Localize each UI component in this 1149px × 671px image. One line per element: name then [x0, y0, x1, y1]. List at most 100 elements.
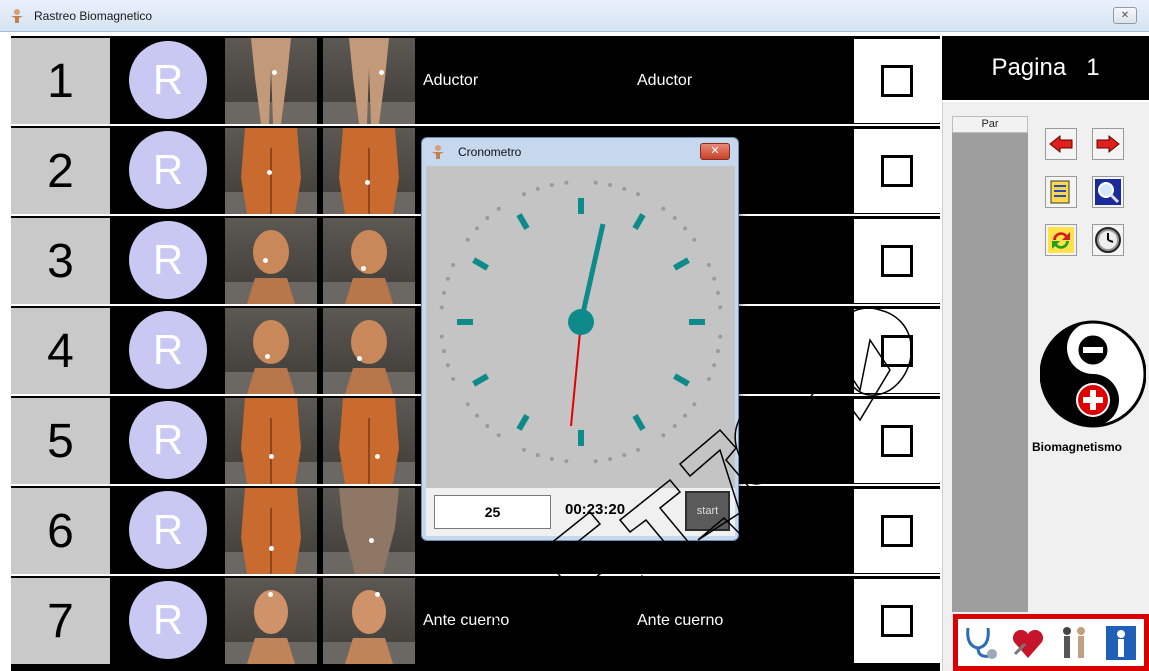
row-number: 1 — [11, 38, 110, 124]
minute-dot — [442, 290, 447, 295]
minute-dot — [442, 349, 447, 354]
minute-dot — [439, 305, 444, 310]
minute-dot — [445, 363, 450, 368]
body-thumbnail-left[interactable] — [225, 218, 317, 304]
list-row-1: 1 R Aductor Aductor — [11, 36, 940, 124]
body-thumbnail-right[interactable] — [323, 308, 415, 394]
stopwatch-button[interactable] — [1092, 224, 1124, 256]
zoom-icon — [1095, 179, 1121, 205]
window-close-button[interactable]: ✕ — [1113, 7, 1137, 24]
prev-page-button[interactable] — [1045, 128, 1077, 160]
r-button[interactable]: R — [129, 131, 207, 209]
clock-face — [426, 166, 735, 488]
r-button[interactable]: R — [129, 311, 207, 389]
row-number: 7 — [11, 578, 110, 664]
anatomy-button[interactable] — [1054, 623, 1094, 663]
r-button[interactable]: R — [129, 41, 207, 119]
page-number: 1 — [1086, 54, 1100, 81]
minute-dot — [474, 413, 479, 418]
minute-dot — [549, 456, 554, 461]
heart-button[interactable] — [1008, 623, 1048, 663]
clock-hub — [568, 309, 594, 335]
body-thumbnail-left[interactable] — [225, 38, 317, 124]
app-icon — [432, 145, 444, 159]
dialog-title: Cronometro — [458, 145, 522, 159]
body-thumbnail-right[interactable] — [323, 398, 415, 484]
module-toolbar — [953, 614, 1149, 671]
elapsed-time: 00:23:20 — [565, 501, 626, 518]
title-bar: Rastreo Biomagnetico ✕ — [0, 0, 1149, 32]
refresh-button[interactable] — [1045, 224, 1077, 256]
minute-dot — [474, 226, 479, 231]
minute-dot — [549, 183, 554, 188]
page-label: Pagina — [991, 54, 1067, 81]
dialog-close-button[interactable]: ✕ — [700, 143, 730, 160]
minute-dot — [593, 459, 598, 464]
body-thumbnail-left[interactable] — [225, 488, 317, 574]
r-button[interactable]: R — [129, 491, 207, 569]
par-list[interactable] — [952, 116, 1028, 612]
hour-marker — [632, 213, 646, 230]
body-thumbnail-left[interactable] — [225, 128, 317, 214]
stethoscope-button[interactable] — [961, 623, 1001, 663]
r-button[interactable]: R — [129, 401, 207, 479]
r-button[interactable]: R — [129, 221, 207, 299]
next-page-button[interactable] — [1092, 128, 1124, 160]
minute-dot — [445, 276, 450, 281]
minute-dot — [712, 276, 717, 281]
body-scan-button[interactable] — [1101, 623, 1141, 663]
row-checkbox[interactable] — [854, 489, 940, 573]
heart-icon — [1012, 629, 1043, 658]
body-thumbnail-left[interactable] — [225, 398, 317, 484]
start-button[interactable]: start — [685, 491, 730, 531]
hour-marker — [516, 213, 530, 230]
minute-dot — [465, 237, 470, 242]
clock-icon — [1095, 227, 1121, 253]
body-thumbnail-right[interactable] — [323, 578, 415, 664]
body-thumbnail-right[interactable] — [323, 218, 415, 304]
stopwatch-dialog: Cronometro ✕ 25 00:23:20 start — [421, 137, 739, 541]
stopwatch-controls: 25 00:23:20 start — [426, 488, 735, 536]
par-column-header: Par — [952, 116, 1028, 133]
row-checkbox[interactable] — [854, 309, 940, 393]
count-field[interactable]: 25 — [434, 495, 551, 529]
notes-button[interactable] — [1045, 176, 1077, 208]
minute-dot — [706, 376, 711, 381]
row-number: 3 — [11, 218, 110, 304]
minute-dot — [706, 263, 711, 268]
minute-dot — [715, 290, 720, 295]
body-thumbnail-right[interactable] — [323, 488, 415, 574]
minute-dot — [608, 456, 613, 461]
minute-dot — [465, 402, 470, 407]
r-button[interactable]: R — [129, 581, 207, 659]
body-thumbnail-right[interactable] — [323, 128, 415, 214]
minute-dot — [522, 192, 527, 197]
minute-dot — [715, 349, 720, 354]
arrow-right-icon — [1096, 134, 1120, 154]
minute-dot — [439, 334, 444, 339]
minute-dot — [564, 180, 569, 185]
row-checkbox[interactable] — [854, 219, 940, 303]
app-icon — [11, 9, 23, 23]
body-thumbnail-right[interactable] — [323, 38, 415, 124]
row-checkbox[interactable] — [854, 129, 940, 213]
notes-icon — [1050, 180, 1070, 204]
minute-dot — [692, 402, 697, 407]
row-checkbox[interactable] — [854, 399, 940, 483]
minute-dot — [485, 215, 490, 220]
arrow-left-icon — [1049, 134, 1073, 154]
hour-marker — [516, 414, 530, 431]
minute-dot — [496, 206, 501, 211]
row-number: 2 — [11, 128, 110, 214]
minute-dot — [672, 424, 677, 429]
row-checkbox[interactable] — [854, 39, 940, 123]
minute-dot — [683, 413, 688, 418]
minute-dot — [712, 363, 717, 368]
body-thumbnail-left[interactable] — [225, 578, 317, 664]
hour-marker — [673, 257, 690, 271]
body-thumbnail-left[interactable] — [225, 308, 317, 394]
zoom-button[interactable] — [1092, 176, 1124, 208]
minute-dot — [564, 459, 569, 464]
row-checkbox[interactable] — [854, 579, 940, 663]
biomagnetism-logo — [1040, 320, 1146, 428]
